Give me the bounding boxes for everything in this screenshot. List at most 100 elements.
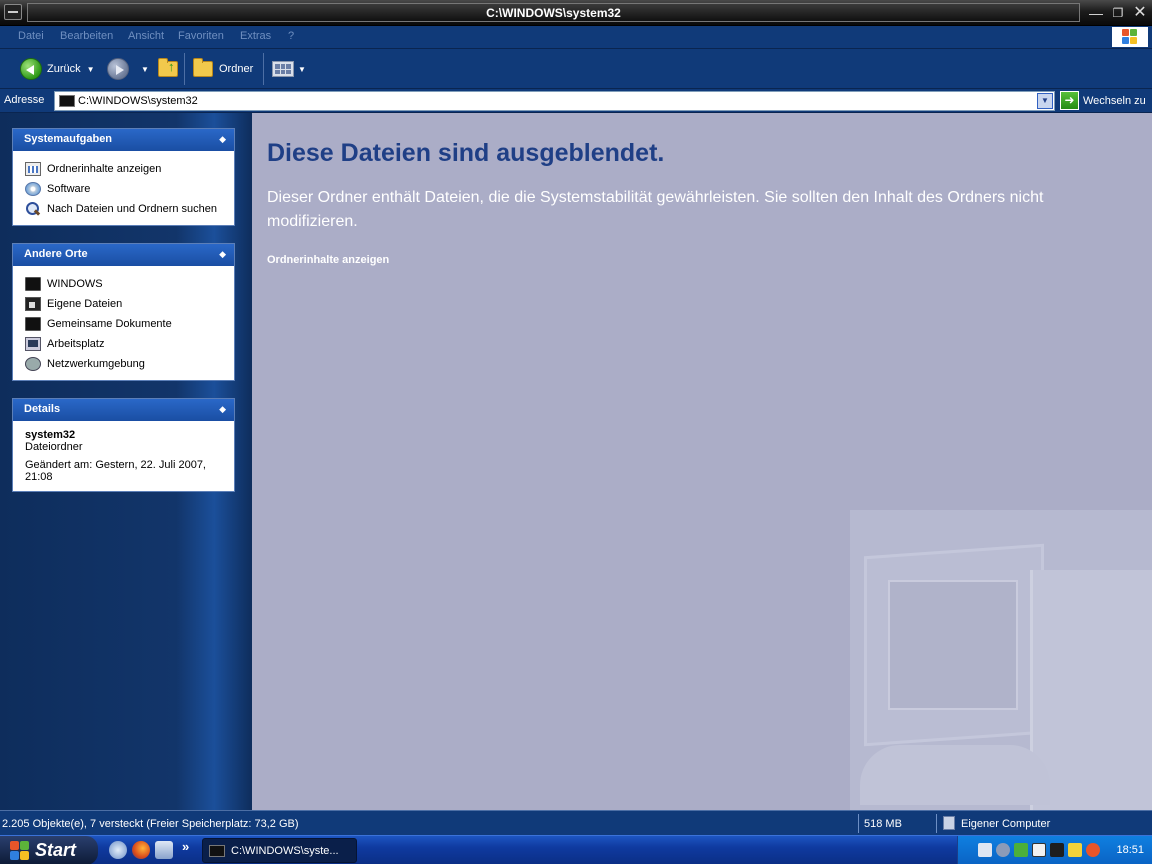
firefox-icon[interactable] [132,841,150,859]
my-documents-icon [25,297,41,311]
title-bar[interactable]: C:\WINDOWS\system32 — ❐ ✕ [0,0,1152,26]
place-network[interactable]: Netzwerkumgebung [25,354,234,374]
up-folder-icon: ↑ [158,58,178,77]
menu-bar: Datei Bearbeiten Ansicht Favoriten Extra… [0,26,1152,49]
task-search[interactable]: Nach Dateien und Ordnern suchen [25,199,234,219]
place-label: Gemeinsame Dokumente [47,318,172,330]
task-pane: Systemaufgaben ◆ Ordnerinhalte anzeigen … [0,113,252,810]
back-button[interactable]: Zurück ▼ [20,55,95,83]
tray-display-icon[interactable] [1050,843,1064,857]
menu-file[interactable]: Datei [18,30,44,42]
address-label: Adresse [4,94,45,106]
toolbar-separator [184,53,185,85]
task-label: Ordnerinhalte anzeigen [47,163,162,175]
clock: 18:51 [1116,844,1144,856]
up-folder-button[interactable]: ↑ [158,55,178,83]
status-divider [858,814,859,833]
restore-icon[interactable]: ❐ [1108,4,1128,22]
address-dropdown-icon[interactable]: ▼ [1037,93,1053,109]
details-title: Details [24,403,61,415]
details-header[interactable]: Details ◆ [13,399,234,421]
taskbar-window-button[interactable]: C:\WINDOWS\syste... [202,838,357,863]
hidden-files-heading: Diese Dateien sind ausgeblendet. [267,139,665,167]
forward-button[interactable]: ▼ [107,55,149,83]
toolbar: Zurück ▼ ▼ ↑ Ordner ▼ [0,49,1152,89]
menu-edit[interactable]: Bearbeiten [60,30,113,42]
back-label: Zurück [47,63,81,75]
go-arrow-icon: ➜ [1060,91,1079,110]
go-button[interactable]: ➜ Wechseln zu [1060,91,1146,110]
task-label: Software [47,183,91,195]
messenger-icon[interactable] [155,841,173,859]
menu-favorites[interactable]: Favoriten [178,30,224,42]
task-software[interactable]: Software [25,179,234,199]
folders-label: Ordner [219,63,254,75]
task-show-contents[interactable]: Ordnerinhalte anzeigen [25,159,234,179]
windows-logo [1112,27,1148,47]
details-panel: Details ◆ system32 Dateiordner Geändert … [12,398,235,492]
back-dropdown-icon[interactable]: ▼ [87,65,95,74]
quicklaunch-more-icon[interactable]: » [182,839,189,854]
go-label: Wechseln zu [1083,94,1146,107]
computer-icon [25,337,41,351]
place-label: Eigene Dateien [47,298,123,310]
collapse-icon[interactable]: ◆ [219,249,226,260]
status-divider [936,814,937,833]
show-contents-link[interactable]: Ordnerinhalte anzeigen [267,254,389,266]
address-value[interactable]: C:\WINDOWS\system32 [78,95,198,107]
menu-help[interactable]: ? [288,30,294,42]
windows-flag-icon [10,840,30,861]
window-system-icon[interactable] [4,4,22,20]
place-shared-documents[interactable]: Gemeinsame Dokumente [25,314,234,334]
windows-flag-icon [1122,29,1138,45]
start-button[interactable]: Start [0,836,98,864]
forward-dropdown-icon[interactable]: ▼ [141,65,149,74]
place-label: Arbeitsplatz [47,338,105,350]
status-bar: 2.205 Objekte(e), 7 versteckt (Freier Sp… [0,810,1152,835]
status-objects: 2.205 Objekte(e), 7 versteckt (Freier Sp… [2,818,299,830]
place-label: WINDOWS [47,278,103,290]
forward-arrow-icon [107,58,129,80]
views-button[interactable]: ▼ [272,55,306,83]
tray-3d-icon[interactable] [1032,843,1046,857]
content-area: Diese Dateien sind ausgeblendet. Dieser … [252,113,1152,810]
details-name: system32 [25,429,76,441]
software-icon [25,182,41,196]
place-windows[interactable]: WINDOWS [25,274,234,294]
tray-network-icon[interactable] [978,843,992,857]
network-icon [25,357,41,371]
tray-folder-icon[interactable] [1068,843,1082,857]
other-places-header[interactable]: Andere Orte ◆ [13,244,234,266]
collapse-icon[interactable]: ◆ [219,404,226,415]
title-box: C:\WINDOWS\system32 [27,3,1080,22]
menu-view[interactable]: Ansicht [128,30,164,42]
folders-button[interactable]: Ordner [193,55,253,83]
details-modified: Geändert am: Gestern, 22. Juli 2007, 21:… [25,459,206,483]
place-label: Netzwerkumgebung [47,358,145,370]
place-my-computer[interactable]: Arbeitsplatz [25,334,234,354]
address-input[interactable]: C:\WINDOWS\system32 ▼ [54,91,1055,111]
system-tasks-title: Systemaufgaben [24,133,113,145]
views-icon [272,61,294,77]
place-my-documents[interactable]: Eigene Dateien [25,294,234,314]
tray-volume-icon[interactable] [996,843,1010,857]
close-icon[interactable]: ✕ [1130,4,1150,22]
collapse-icon[interactable]: ◆ [219,134,226,145]
show-contents-icon [25,162,41,176]
status-size: 518 MB [864,818,902,830]
tray-update-icon[interactable] [1014,843,1028,857]
minimize-icon[interactable]: — [1086,4,1106,22]
address-bar: Adresse C:\WINDOWS\system32 ▼ ➜ Wechseln… [0,89,1152,113]
folder-icon [25,277,41,291]
folder-icon [59,95,75,107]
menu-tools[interactable]: Extras [240,30,271,42]
system-tasks-panel: Systemaufgaben ◆ Ordnerinhalte anzeigen … [12,128,235,226]
ie-icon[interactable] [109,841,127,859]
other-places-title: Andere Orte [24,248,88,260]
tray-security-icon[interactable] [1086,843,1100,857]
other-places-panel: Andere Orte ◆ WINDOWS Eigene Dateien Gem… [12,243,235,381]
views-dropdown-icon[interactable]: ▼ [298,65,306,74]
computer-icon [943,816,955,830]
system-tasks-header[interactable]: Systemaufgaben ◆ [13,129,234,151]
window-title: C:\WINDOWS\system32 [486,6,621,20]
